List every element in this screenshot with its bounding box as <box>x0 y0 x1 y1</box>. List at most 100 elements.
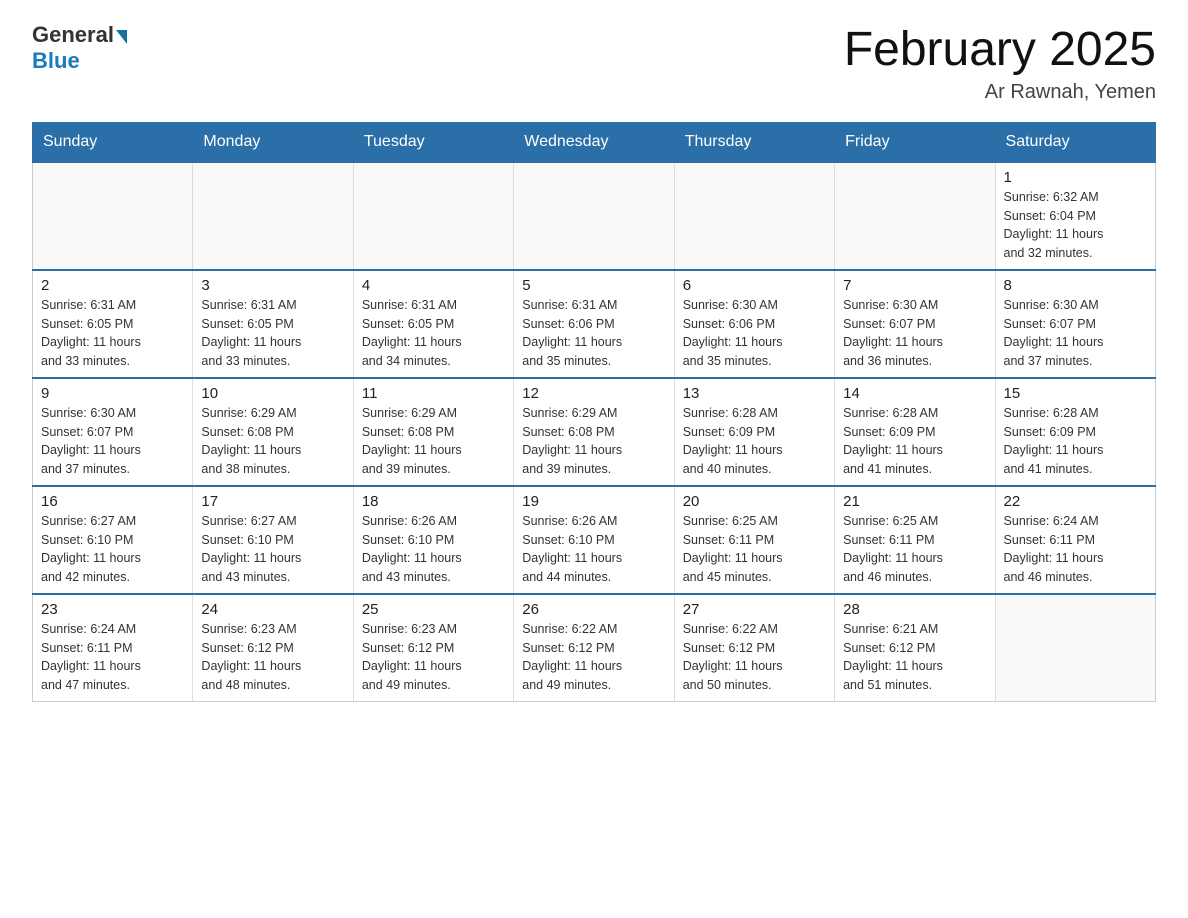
day-info: Sunrise: 6:24 AM Sunset: 6:11 PM Dayligh… <box>41 620 184 695</box>
location-subtitle: Ar Rawnah, Yemen <box>844 81 1156 104</box>
day-info: Sunrise: 6:31 AM Sunset: 6:05 PM Dayligh… <box>41 296 184 371</box>
calendar-cell: 23 Sunrise: 6:24 AM Sunset: 6:11 PM Dayli… <box>33 594 193 702</box>
day-of-week-header: Sunday <box>33 122 193 162</box>
calendar-cell: 16 Sunrise: 6:27 AM Sunset: 6:10 PM Dayli… <box>33 486 193 594</box>
day-info: Sunrise: 6:31 AM Sunset: 6:06 PM Dayligh… <box>522 296 665 371</box>
day-info: Sunrise: 6:30 AM Sunset: 6:07 PM Dayligh… <box>1004 296 1147 371</box>
day-number: 26 <box>522 601 665 618</box>
calendar-table: SundayMondayTuesdayWednesdayThursdayFrid… <box>32 122 1156 702</box>
calendar-week-row: 2Sunrise: 6:31 AM Sunset: 6:05 PM Daylig… <box>33 270 1156 378</box>
logo: General Blue <box>32 24 127 74</box>
calendar-cell: 4 Sunrise: 6:31 AM Sunset: 6:05 PM Daylig… <box>353 270 513 378</box>
month-title: February 2025 <box>844 24 1156 77</box>
day-of-week-header: Wednesday <box>514 122 674 162</box>
calendar-week-row: 16 Sunrise: 6:27 AM Sunset: 6:10 PM Dayli… <box>33 486 1156 594</box>
day-of-week-header: Saturday <box>995 122 1155 162</box>
day-number: 5 <box>522 277 665 294</box>
day-info: Sunrise: 6:28 AM Sunset: 6:09 PM Dayligh… <box>1004 404 1147 479</box>
day-of-week-header: Friday <box>835 122 995 162</box>
day-number: 11 <box>362 385 505 402</box>
day-number: 15 <box>1004 385 1147 402</box>
day-info: Sunrise: 6:22 AM Sunset: 6:12 PM Dayligh… <box>522 620 665 695</box>
logo-general-text: General <box>32 24 114 46</box>
day-number: 25 <box>362 601 505 618</box>
calendar-cell <box>995 594 1155 702</box>
day-info: Sunrise: 6:30 AM Sunset: 6:07 PM Dayligh… <box>843 296 986 371</box>
calendar-cell: 12 Sunrise: 6:29 AM Sunset: 6:08 PM Dayli… <box>514 378 674 486</box>
logo-arrow-icon <box>116 30 127 44</box>
day-info: Sunrise: 6:27 AM Sunset: 6:10 PM Dayligh… <box>41 512 184 587</box>
day-info: Sunrise: 6:30 AM Sunset: 6:07 PM Dayligh… <box>41 404 184 479</box>
calendar-week-row: 23 Sunrise: 6:24 AM Sunset: 6:11 PM Dayli… <box>33 594 1156 702</box>
title-area: February 2025 Ar Rawnah, Yemen <box>844 24 1156 104</box>
calendar-cell: 17 Sunrise: 6:27 AM Sunset: 6:10 PM Dayli… <box>193 486 353 594</box>
day-info: Sunrise: 6:25 AM Sunset: 6:11 PM Dayligh… <box>683 512 826 587</box>
day-info: Sunrise: 6:29 AM Sunset: 6:08 PM Dayligh… <box>362 404 505 479</box>
day-number: 28 <box>843 601 986 618</box>
day-number: 1 <box>1004 169 1147 186</box>
calendar-cell: 5 Sunrise: 6:31 AM Sunset: 6:06 PM Daylig… <box>514 270 674 378</box>
day-number: 19 <box>522 493 665 510</box>
calendar-cell <box>514 162 674 270</box>
calendar-cell: 26 Sunrise: 6:22 AM Sunset: 6:12 PM Dayli… <box>514 594 674 702</box>
day-info: Sunrise: 6:29 AM Sunset: 6:08 PM Dayligh… <box>201 404 344 479</box>
calendar-cell: 21Sunrise: 6:25 AM Sunset: 6:11 PM Dayli… <box>835 486 995 594</box>
day-info: Sunrise: 6:28 AM Sunset: 6:09 PM Dayligh… <box>683 404 826 479</box>
calendar-cell: 3 Sunrise: 6:31 AM Sunset: 6:05 PM Daylig… <box>193 270 353 378</box>
calendar-cell: 18Sunrise: 6:26 AM Sunset: 6:10 PM Dayli… <box>353 486 513 594</box>
day-info: Sunrise: 6:21 AM Sunset: 6:12 PM Dayligh… <box>843 620 986 695</box>
calendar-week-row: 1Sunrise: 6:32 AM Sunset: 6:04 PM Daylig… <box>33 162 1156 270</box>
day-number: 12 <box>522 385 665 402</box>
calendar-cell <box>674 162 834 270</box>
calendar-header-row: SundayMondayTuesdayWednesdayThursdayFrid… <box>33 122 1156 162</box>
day-number: 16 <box>41 493 184 510</box>
day-of-week-header: Monday <box>193 122 353 162</box>
day-info: Sunrise: 6:22 AM Sunset: 6:12 PM Dayligh… <box>683 620 826 695</box>
calendar-cell: 14 Sunrise: 6:28 AM Sunset: 6:09 PM Dayli… <box>835 378 995 486</box>
day-number: 17 <box>201 493 344 510</box>
calendar-cell: 10 Sunrise: 6:29 AM Sunset: 6:08 PM Dayli… <box>193 378 353 486</box>
calendar-cell: 24 Sunrise: 6:23 AM Sunset: 6:12 PM Dayli… <box>193 594 353 702</box>
day-info: Sunrise: 6:24 AM Sunset: 6:11 PM Dayligh… <box>1004 512 1147 587</box>
calendar-cell: 28 Sunrise: 6:21 AM Sunset: 6:12 PM Dayli… <box>835 594 995 702</box>
day-number: 7 <box>843 277 986 294</box>
calendar-cell: 6Sunrise: 6:30 AM Sunset: 6:06 PM Daylig… <box>674 270 834 378</box>
calendar-cell: 25Sunrise: 6:23 AM Sunset: 6:12 PM Dayli… <box>353 594 513 702</box>
day-info: Sunrise: 6:29 AM Sunset: 6:08 PM Dayligh… <box>522 404 665 479</box>
day-number: 9 <box>41 385 184 402</box>
calendar-week-row: 9 Sunrise: 6:30 AM Sunset: 6:07 PM Daylig… <box>33 378 1156 486</box>
calendar-cell: 22 Sunrise: 6:24 AM Sunset: 6:11 PM Dayli… <box>995 486 1155 594</box>
calendar-cell: 2Sunrise: 6:31 AM Sunset: 6:05 PM Daylig… <box>33 270 193 378</box>
calendar-cell <box>353 162 513 270</box>
day-info: Sunrise: 6:25 AM Sunset: 6:11 PM Dayligh… <box>843 512 986 587</box>
calendar-cell: 8 Sunrise: 6:30 AM Sunset: 6:07 PM Daylig… <box>995 270 1155 378</box>
calendar-cell <box>835 162 995 270</box>
day-number: 23 <box>41 601 184 618</box>
day-number: 4 <box>362 277 505 294</box>
day-info: Sunrise: 6:31 AM Sunset: 6:05 PM Dayligh… <box>362 296 505 371</box>
day-of-week-header: Thursday <box>674 122 834 162</box>
day-info: Sunrise: 6:26 AM Sunset: 6:10 PM Dayligh… <box>362 512 505 587</box>
day-number: 3 <box>201 277 344 294</box>
day-number: 13 <box>683 385 826 402</box>
day-info: Sunrise: 6:28 AM Sunset: 6:09 PM Dayligh… <box>843 404 986 479</box>
logo-blue-text: Blue <box>32 48 80 74</box>
calendar-cell: 15 Sunrise: 6:28 AM Sunset: 6:09 PM Dayli… <box>995 378 1155 486</box>
day-info: Sunrise: 6:27 AM Sunset: 6:10 PM Dayligh… <box>201 512 344 587</box>
day-number: 8 <box>1004 277 1147 294</box>
day-number: 14 <box>843 385 986 402</box>
day-info: Sunrise: 6:23 AM Sunset: 6:12 PM Dayligh… <box>201 620 344 695</box>
day-info: Sunrise: 6:30 AM Sunset: 6:06 PM Dayligh… <box>683 296 826 371</box>
day-number: 20 <box>683 493 826 510</box>
calendar-cell: 13 Sunrise: 6:28 AM Sunset: 6:09 PM Dayli… <box>674 378 834 486</box>
calendar-cell: 11 Sunrise: 6:29 AM Sunset: 6:08 PM Dayli… <box>353 378 513 486</box>
day-number: 24 <box>201 601 344 618</box>
day-number: 27 <box>683 601 826 618</box>
calendar-cell <box>33 162 193 270</box>
calendar-cell: 1Sunrise: 6:32 AM Sunset: 6:04 PM Daylig… <box>995 162 1155 270</box>
calendar-cell: 7 Sunrise: 6:30 AM Sunset: 6:07 PM Daylig… <box>835 270 995 378</box>
day-number: 22 <box>1004 493 1147 510</box>
day-info: Sunrise: 6:31 AM Sunset: 6:05 PM Dayligh… <box>201 296 344 371</box>
calendar-cell <box>193 162 353 270</box>
day-number: 10 <box>201 385 344 402</box>
